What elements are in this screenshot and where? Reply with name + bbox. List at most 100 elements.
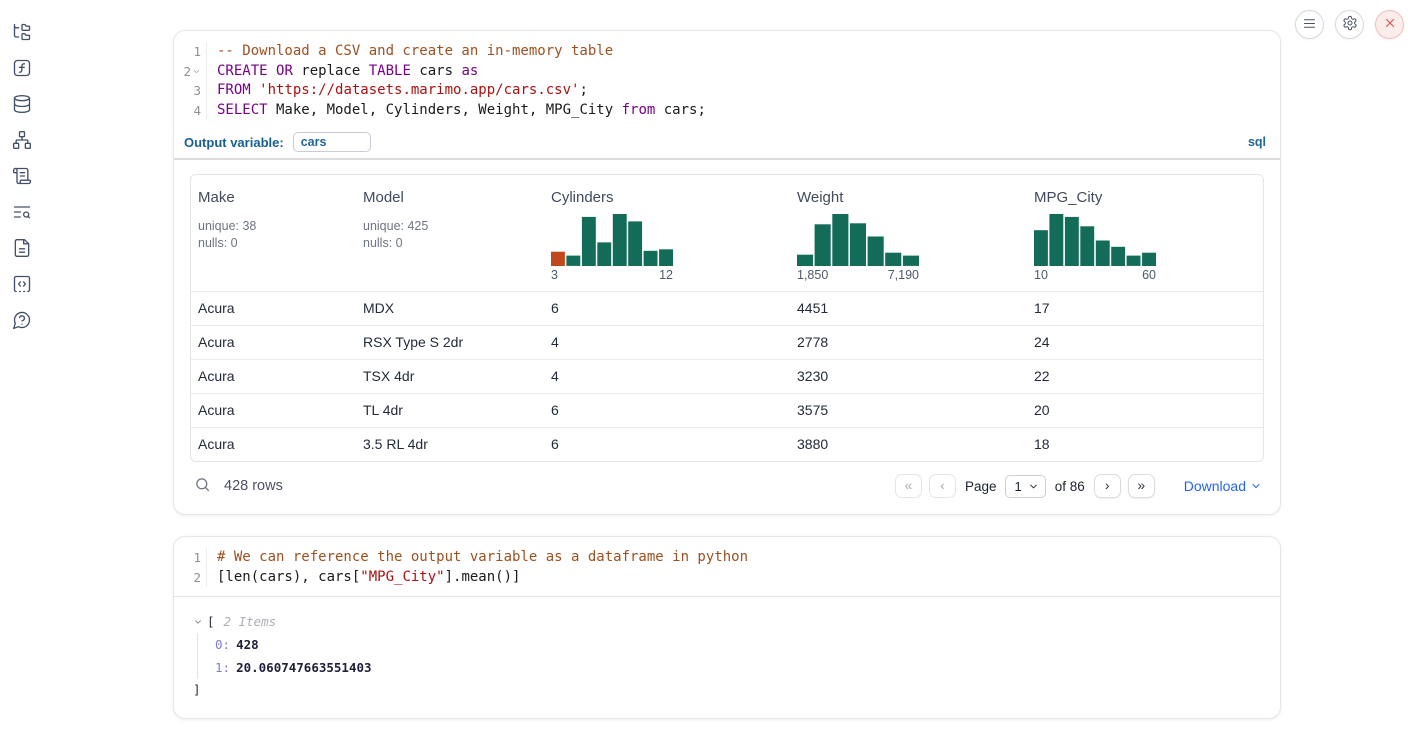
table-cell: TL 4dr <box>356 394 544 427</box>
close-bracket: ] <box>193 679 1264 700</box>
page-select[interactable]: 1 <box>1005 475 1045 498</box>
table-cell: MDX <box>356 292 544 325</box>
prev-page-button[interactable]: ‹ <box>929 474 956 498</box>
line-number: 2 <box>174 568 207 588</box>
search-icon <box>194 476 211 496</box>
open-bracket: [ <box>207 611 215 632</box>
table-cell: 3230 <box>790 360 1027 393</box>
table-cell: 4451 <box>790 292 1027 325</box>
table-row[interactable]: Acura3.5 RL 4dr6388018 <box>191 427 1263 461</box>
window-controls <box>1295 10 1404 39</box>
column-header-make[interactable]: Makeunique: 38nulls: 0 <box>191 175 356 291</box>
chevron-down-icon <box>1028 481 1039 492</box>
table-cell: 3.5 RL 4dr <box>356 428 544 461</box>
sidebar-item-logs[interactable] <box>10 165 34 186</box>
last-page-button[interactable]: » <box>1128 474 1155 498</box>
table-header-row: Makeunique: 38nulls: 0Modelunique: 425nu… <box>191 175 1263 291</box>
code-token: CREATE <box>217 63 268 79</box>
code-token: SELECT <box>217 102 268 118</box>
next-page-icon: › <box>1105 478 1110 492</box>
code-token: cars <box>411 63 462 79</box>
output-variable-bar: Output variable: sql <box>174 129 1280 160</box>
fold-chevron-icon[interactable] <box>192 62 201 82</box>
sidebar-item-documentation[interactable] <box>10 237 34 258</box>
table-footer: 428 rows « ‹ Page 1 of 86 › » Download <box>190 474 1264 504</box>
table-cell: 4 <box>544 360 790 393</box>
sql-code-editor[interactable]: 1-- Download a CSV and create an in-memo… <box>174 31 1280 129</box>
hamburger-menu-icon <box>1302 16 1317 34</box>
download-label: Download <box>1184 478 1246 494</box>
axis-max: 7,190 <box>888 268 919 282</box>
menu-button[interactable] <box>1295 10 1324 39</box>
table-cell: 20 <box>1027 394 1263 427</box>
items-count-label: 2 Items <box>224 611 277 632</box>
column-header-weight[interactable]: Weight1,8507,190 <box>790 175 1027 291</box>
first-page-button[interactable]: « <box>895 474 922 498</box>
code-token: ].mean()] <box>445 569 521 585</box>
prev-page-icon: ‹ <box>940 478 945 492</box>
dependency-graph-icon <box>12 130 32 150</box>
next-page-button[interactable]: › <box>1094 474 1121 498</box>
sidebar-item-variables[interactable] <box>10 57 34 78</box>
close-icon <box>1383 16 1397 33</box>
table-cell: 3575 <box>790 394 1027 427</box>
table-cell: Acura <box>191 326 356 359</box>
column-name: Cylinders <box>551 189 782 206</box>
histogram-axis: 1060 <box>1034 268 1156 282</box>
column-name: Weight <box>797 189 1019 206</box>
python-code-editor[interactable]: 1# We can reference the output variable … <box>174 537 1280 597</box>
download-button[interactable]: Download <box>1184 478 1262 494</box>
code-token: replace <box>293 63 369 79</box>
row-count: 428 rows <box>224 478 283 494</box>
output-variable-input[interactable] <box>293 132 371 152</box>
data-table: Makeunique: 38nulls: 0Modelunique: 425nu… <box>190 174 1264 462</box>
entry-index: 1: <box>215 660 230 675</box>
function-icon <box>12 58 32 78</box>
settings-button[interactable] <box>1335 10 1364 39</box>
file-tree-icon <box>12 22 32 42</box>
shutdown-button[interactable] <box>1375 10 1404 39</box>
table-cell: Acura <box>191 394 356 427</box>
last-page-icon: » <box>1137 478 1145 492</box>
table-cell: 17 <box>1027 292 1263 325</box>
code-line: 1# We can reference the output variable … <box>174 548 1280 568</box>
axis-min: 3 <box>551 268 558 282</box>
column-header-mpg_city[interactable]: MPG_City1060 <box>1027 175 1263 291</box>
code-token: cars; <box>655 102 706 118</box>
column-header-model[interactable]: Modelunique: 425nulls: 0 <box>356 175 544 291</box>
table-row[interactable]: AcuraMDX6445117 <box>191 291 1263 325</box>
column-histogram <box>1034 214 1156 266</box>
table-row[interactable]: AcuraTSX 4dr4323022 <box>191 359 1263 393</box>
table-cell: 4 <box>544 326 790 359</box>
code-line: 2CREATE OR replace TABLE cars as <box>174 62 1280 82</box>
sidebar-item-outline[interactable] <box>10 201 34 222</box>
table-cell: RSX Type S 2dr <box>356 326 544 359</box>
sidebar-item-data-sources[interactable] <box>10 93 34 114</box>
table-row[interactable]: AcuraRSX Type S 2dr4277824 <box>191 325 1263 359</box>
sidebar-item-help[interactable] <box>10 309 34 330</box>
code-token: ; <box>579 82 587 98</box>
search-button[interactable] <box>192 474 213 498</box>
notebook: 1 -- Download a CSV and create an in-memo… <box>173 0 1281 719</box>
code-token: FROM <box>217 82 251 98</box>
table-cell: 2778 <box>790 326 1027 359</box>
sidebar-item-dependency-graph[interactable] <box>10 129 34 150</box>
histogram-axis: 312 <box>551 268 673 282</box>
code-token: from <box>622 102 656 118</box>
first-page-icon: « <box>905 478 913 492</box>
language-badge[interactable]: sql <box>1248 135 1270 149</box>
table-cell: Acura <box>191 292 356 325</box>
code-token: OR <box>276 63 293 79</box>
pagination: « ‹ Page 1 of 86 › » Download <box>895 474 1262 498</box>
column-header-cylinders[interactable]: Cylinders 312 <box>544 175 790 291</box>
output-list-body: 0:4281:20.060747663551403 <box>197 633 1264 679</box>
table-row[interactable]: AcuraTL 4dr6357520 <box>191 393 1263 427</box>
output-variable-label: Output variable: <box>184 135 284 150</box>
table-cell: Acura <box>191 360 356 393</box>
code-token <box>268 63 276 79</box>
table-cell: 6 <box>544 292 790 325</box>
output-list-toggle[interactable]: [ 2 Items <box>193 611 1264 632</box>
sidebar-item-snippets[interactable] <box>10 273 34 294</box>
code-token: -- Download a CSV and create an in-memor… <box>217 43 613 59</box>
sidebar-item-file-explorer[interactable] <box>10 21 34 42</box>
